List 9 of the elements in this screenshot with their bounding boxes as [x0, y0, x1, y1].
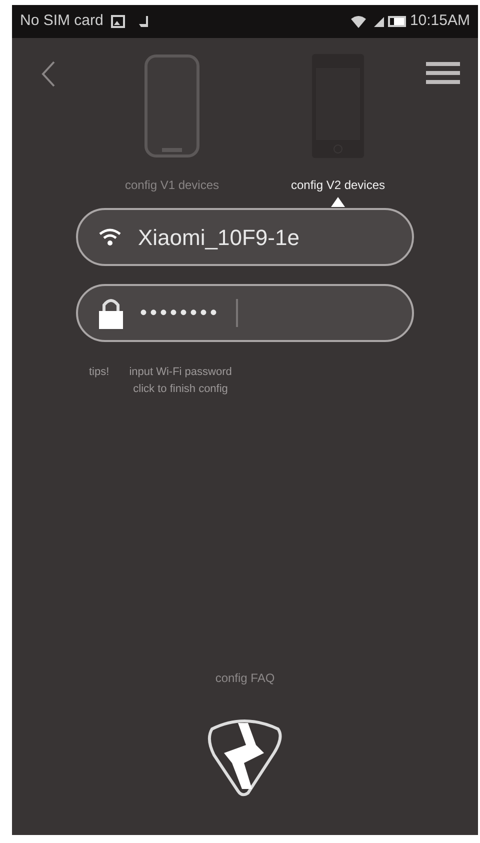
faq-link[interactable]: config FAQ	[215, 669, 275, 687]
device-tab[interactable]: config V2 devices	[263, 54, 413, 194]
hint-label: tips!	[89, 365, 110, 380]
clock-text: 10:15AM	[410, 11, 470, 32]
hint-text: click to finish config	[133, 382, 228, 396]
hint-text: input Wi-Fi password	[129, 365, 232, 380]
password-field[interactable]: ••••••••	[76, 284, 414, 342]
ssid-field[interactable]: Xiaomi_10F9-1e	[76, 208, 414, 266]
carrier-text: No SIM card	[20, 11, 104, 32]
